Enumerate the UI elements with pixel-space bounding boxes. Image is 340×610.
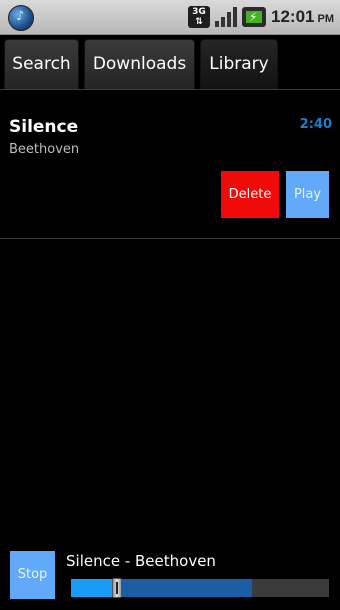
status-clock: 12:01 PM [271,7,334,27]
song-duration: 2:40 [299,117,332,132]
song-title: Silence [9,117,79,137]
signal-strength-icon [215,7,237,27]
stop-button[interactable]: Stop [10,551,55,599]
now-playing-label: Silence - Beethoven [66,552,216,570]
list-item[interactable]: Silence Beethoven 2:40 Delete Play [0,100,340,239]
clock-ampm: PM [317,13,334,25]
progress-slider[interactable] [71,578,329,598]
music-note-icon: ♪ [8,5,34,31]
battery-charging-icon: ⚡ [242,7,266,27]
song-artist: Beethoven [9,142,80,157]
tab-downloads[interactable]: Downloads [84,39,195,89]
screen: ♪ 3G ⇅ ⚡ 12:01 PM Search Downloads Library… [0,0,340,610]
clock-time: 12:01 [271,7,315,26]
progress-thumb[interactable] [112,578,123,598]
tab-bar: Search Downloads Library [0,35,340,90]
network-3g-icon: 3G ⇅ [188,6,210,28]
library-list: Silence Beethoven 2:40 Delete Play [0,100,340,239]
delete-button[interactable]: Delete [221,171,279,218]
progress-played [71,579,118,597]
network-label: 3G [192,7,206,17]
play-button[interactable]: Play [286,171,329,218]
status-bar: ♪ 3G ⇅ ⚡ 12:01 PM [0,0,340,35]
player-bar: Stop Silence - Beethoven [0,545,340,610]
tab-search[interactable]: Search [4,39,79,89]
tab-library[interactable]: Library [200,39,278,89]
